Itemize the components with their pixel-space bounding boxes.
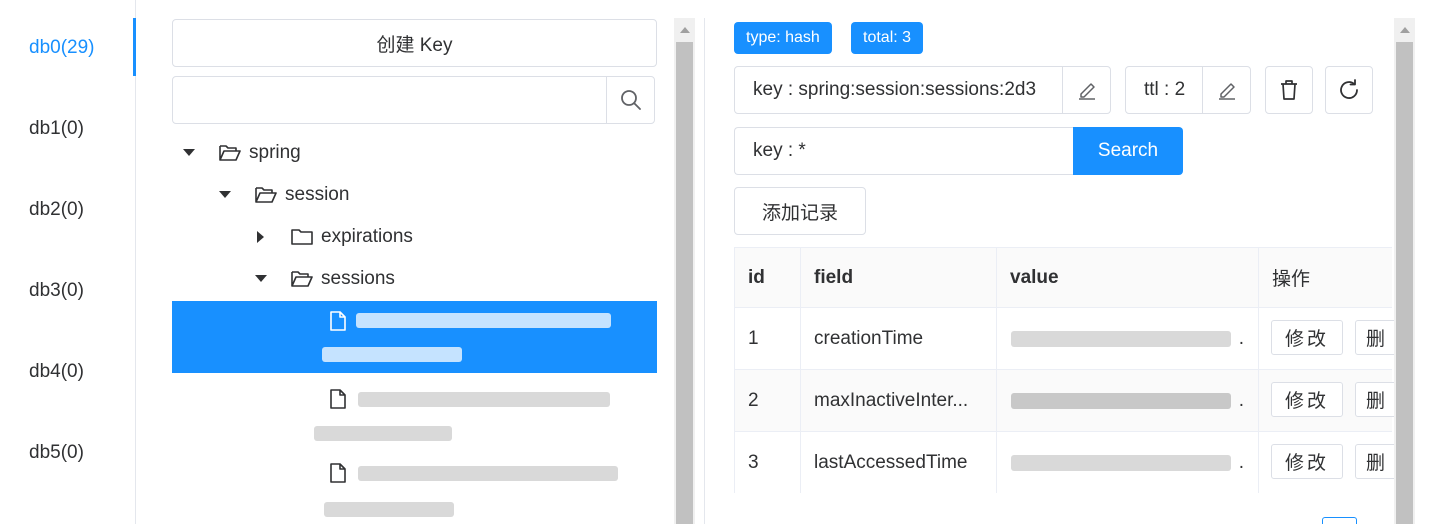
tree-node-spring[interactable]: spring [183,132,301,174]
caret-down-icon[interactable] [255,275,267,283]
redacted-text [322,347,462,362]
caret-right-icon[interactable] [255,231,267,243]
cell-id: 2 [735,370,801,432]
cell-field: creationTime [801,308,997,370]
key-search-box [172,76,655,124]
cell-field: maxInactiveInter... [801,370,997,432]
tree-leaf-selected[interactable] [172,301,657,373]
file-icon [330,389,346,409]
cell-value: . [997,308,1259,370]
scroll-up-icon[interactable] [674,20,695,40]
cell-value: . [997,370,1259,432]
panel-divider [704,18,705,524]
delete-row-button[interactable]: 删 [1355,444,1399,479]
edit-row-button[interactable]: 修改 [1271,444,1343,479]
db-item-4[interactable]: db4(0) [29,361,84,383]
ttl-field: ttl : 2 [1125,66,1251,114]
cell-field: lastAccessedTime [801,432,997,493]
db-sidebar: db0(29) db1(0) db2(0) db3(0) db4(0) db5(… [0,0,136,524]
redacted-text [358,466,618,481]
trash-icon [1281,80,1297,100]
key-name-value[interactable]: key : spring:session:sessions:2d3 [735,79,1061,101]
tree-node-sessions[interactable]: sessions [255,258,395,300]
cell-id: 1 [735,308,801,370]
cell-value-text: . [1238,327,1244,349]
redacted-text [324,502,454,517]
edit-row-button[interactable]: 修改 [1271,382,1343,417]
search-icon[interactable] [606,77,654,123]
delete-row-button[interactable]: 删 [1355,382,1399,417]
scrollbar-thumb[interactable] [1396,42,1413,524]
type-tag: type: hash [734,22,832,54]
delete-key-button[interactable] [1265,66,1313,114]
delete-row-button[interactable]: 删 [1355,320,1399,355]
column-header-id: id [735,248,801,308]
tree-node-label: spring [249,142,301,163]
column-header-value: value [997,248,1259,308]
tree-node-label: session [285,184,350,205]
scroll-up-icon[interactable] [1394,20,1415,40]
folder-open-icon [219,144,241,162]
ttl-value[interactable]: ttl : 2 [1126,79,1202,101]
tree-node-label: expirations [321,226,413,247]
redacted-text [314,426,452,441]
file-icon [330,463,346,483]
redacted-text [356,313,611,328]
redacted-text [358,392,610,407]
column-header-field: field [801,248,997,308]
caret-down-icon[interactable] [219,191,231,199]
pagination-button[interactable] [1322,517,1357,524]
file-icon [330,311,346,331]
key-name-field: key : spring:session:sessions:2d3 [734,66,1111,114]
tree-node-label: sessions [321,268,395,289]
folder-open-icon [291,270,313,288]
refresh-button[interactable] [1325,66,1373,114]
create-key-button[interactable]: 创建 Key [172,19,657,67]
edit-key-icon[interactable] [1062,67,1110,113]
edit-row-button[interactable]: 修改 [1271,320,1343,355]
cell-value-text: . [1238,451,1244,473]
detail-scrollbar[interactable] [1394,18,1415,524]
cell-value: . [997,432,1259,493]
db-item-3[interactable]: db3(0) [29,280,84,302]
db-item-0[interactable]: db0(29) [29,37,95,59]
field-search-input[interactable]: key : * [734,127,1074,175]
db-item-2[interactable]: db2(0) [29,199,84,221]
column-header-actions: 操作 [1259,248,1392,308]
caret-down-icon[interactable] [183,149,195,157]
cell-id: 3 [735,432,801,493]
scrollbar-thumb[interactable] [676,42,693,524]
cell-value-text: . [1238,389,1244,411]
redacted-text [1011,393,1231,409]
tree-node-expirations[interactable]: expirations [255,216,413,258]
tree-scrollbar[interactable] [674,18,695,524]
redacted-text [1011,331,1231,347]
folder-icon [291,228,313,246]
refresh-icon [1340,79,1358,99]
db-item-1[interactable]: db1(0) [29,118,84,140]
search-button[interactable]: Search [1073,127,1183,175]
db-active-indicator [133,18,136,76]
redacted-text [1011,455,1231,471]
db-item-5[interactable]: db5(0) [29,442,84,464]
edit-ttl-icon[interactable] [1202,67,1250,113]
tree-node-session[interactable]: session [219,174,349,216]
key-search-input[interactable] [173,77,607,123]
total-tag: total: 3 [851,22,924,54]
add-record-button[interactable]: 添加记录 [734,187,866,235]
folder-open-icon [255,186,277,204]
